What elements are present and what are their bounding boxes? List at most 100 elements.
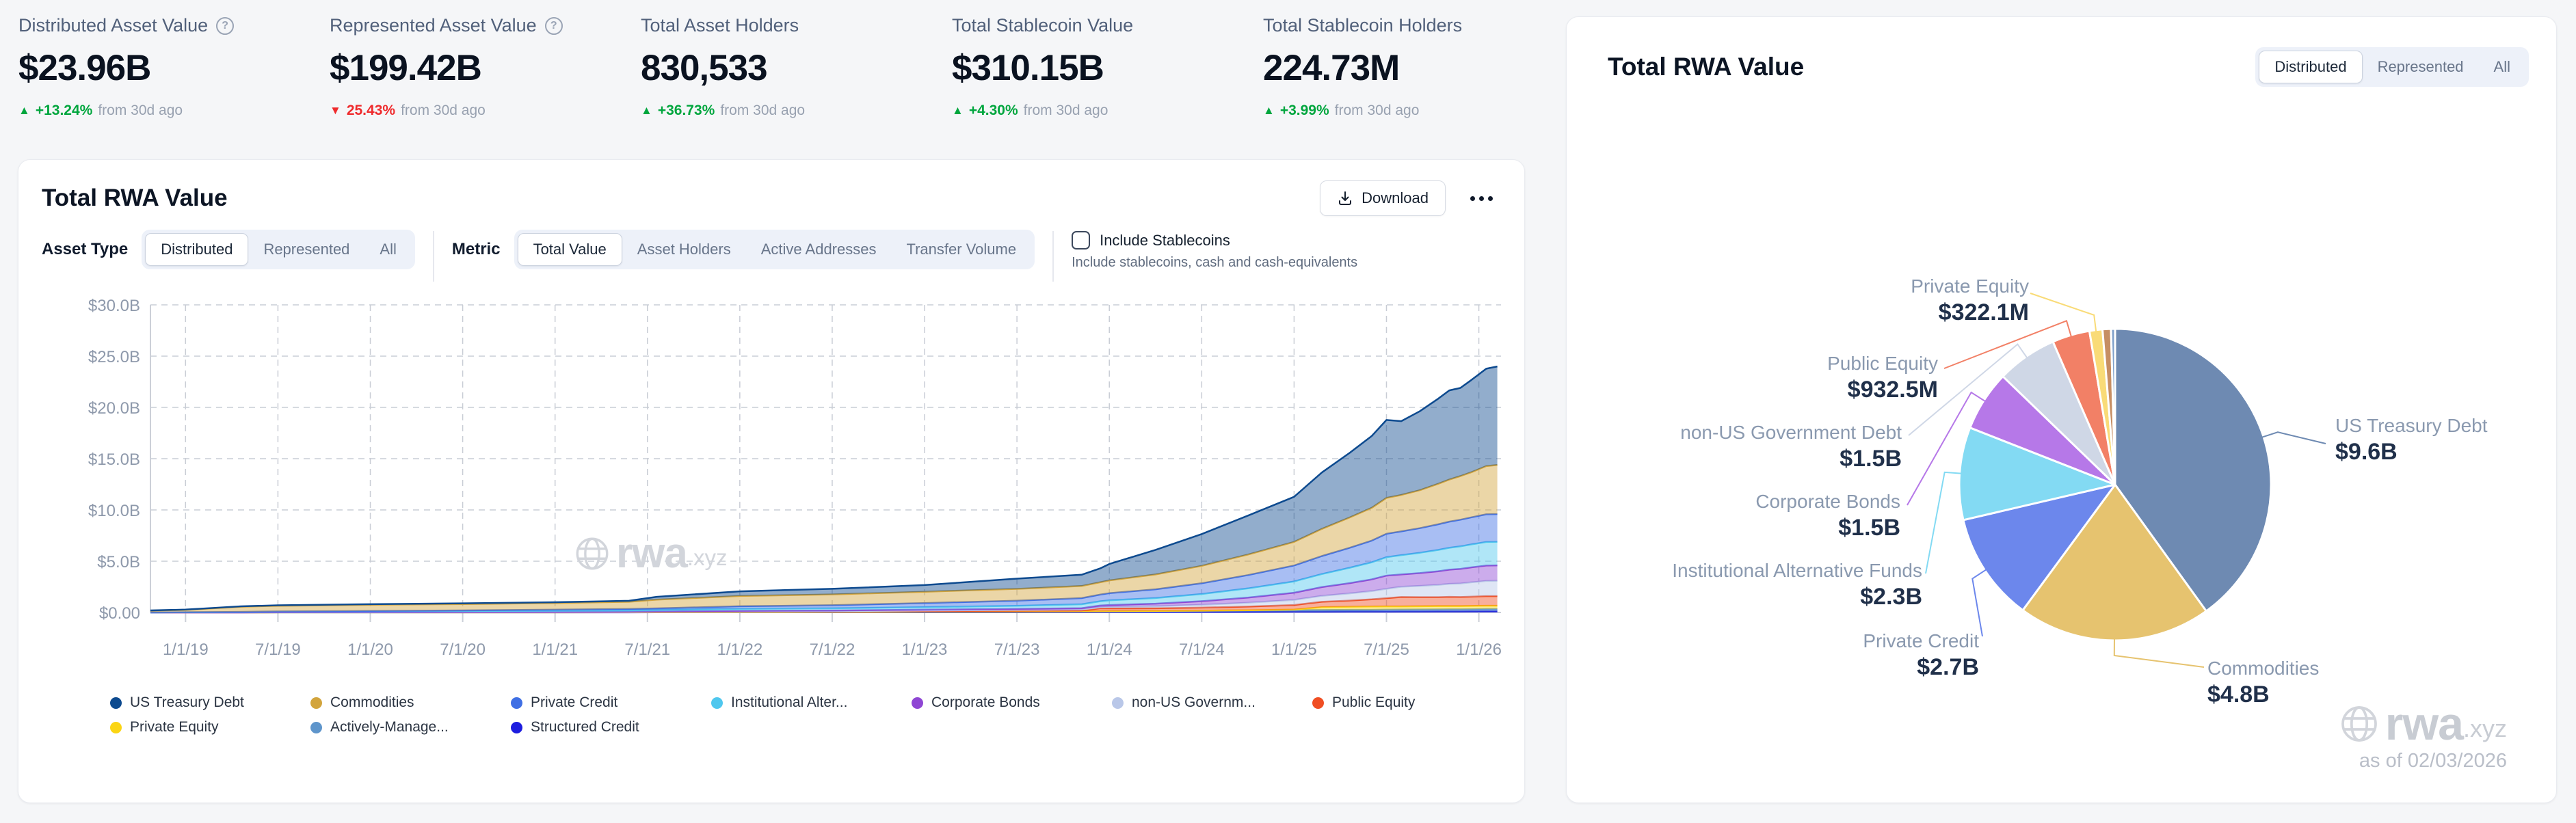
stat-label: Total Asset Holders	[641, 15, 799, 36]
stat-change-suffix: from 30d ago	[401, 103, 486, 119]
pie-leader-line	[1926, 472, 1963, 574]
chart-title: Total RWA Value	[42, 185, 228, 212]
legend-swatch	[1312, 697, 1324, 709]
legend-public-equity[interactable]: Public Equity	[1312, 694, 1513, 711]
stat-change-suffix: from 30d ago	[720, 103, 805, 119]
rwa-pie-card: Total RWA Value Distributed Represented …	[1566, 16, 2557, 803]
pie-label-corporate-bonds: Corporate Bonds $1.5B	[1755, 489, 1900, 543]
y-axis-label: $20.0B	[88, 399, 140, 418]
legend-us-treasury-debt[interactable]: US Treasury Debt	[110, 694, 310, 711]
stat-label: Total Stablecoin Holders	[1263, 15, 1462, 36]
info-icon[interactable]: ?	[216, 17, 234, 35]
watermark-brand: rwa	[616, 532, 687, 575]
pie-label-private-equity: Private Equity $322.1M	[1911, 274, 2029, 327]
pie-slice	[2053, 331, 2115, 485]
tab-active-addresses[interactable]: Active Addresses	[746, 234, 892, 265]
tab-distributed[interactable]: Distributed	[145, 233, 248, 266]
stat-value: $310.15B	[952, 47, 1263, 89]
legend-swatch	[711, 697, 723, 709]
tab-transfer-volume[interactable]: Transfer Volume	[891, 234, 1031, 265]
chart-controls: Asset Type Distributed Represented All M…	[18, 216, 1524, 282]
tab-total-value[interactable]: Total Value	[518, 233, 622, 266]
globe-icon	[2337, 702, 2381, 746]
legend-non-us-government[interactable]: non-US Governm...	[1112, 694, 1312, 711]
tab-all[interactable]: All	[2479, 51, 2525, 83]
divider	[1052, 231, 1054, 282]
legend-actively-managed[interactable]: Actively-Manage...	[310, 719, 511, 736]
x-axis-label: 7/1/23	[994, 640, 1040, 659]
x-axis-label: 1/1/20	[347, 640, 393, 659]
more-menu-button[interactable]	[1466, 189, 1497, 208]
legend-structured-credit[interactable]: Structured Credit	[511, 719, 711, 736]
x-axis-label: 1/1/21	[532, 640, 578, 659]
stat-represented-asset-value: Represented Asset Value ? $199.42B 25.43…	[330, 15, 641, 119]
trend-up-icon	[18, 104, 30, 118]
asset-type-group: Asset Type Distributed Represented All	[42, 230, 415, 269]
legend-swatch	[511, 722, 522, 733]
pie-leader-line	[1944, 321, 2071, 368]
globe-icon	[572, 534, 612, 574]
rwa-watermark: rwa .xyz	[572, 532, 728, 575]
legend-swatch	[1112, 697, 1124, 709]
legend-commodities[interactable]: Commodities	[310, 694, 511, 711]
pie-slice	[2003, 342, 2115, 485]
pie-card-tabs: Distributed Represented All	[2255, 47, 2529, 87]
x-axis-label: 7/1/24	[1179, 640, 1225, 659]
watermark-brand: rwa	[2385, 701, 2463, 747]
include-stablecoins-label: Include Stablecoins	[1100, 232, 1230, 249]
chart-legend: US Treasury Debt Commodities Private Cre…	[110, 694, 1524, 736]
legend-swatch	[310, 722, 322, 733]
stat-change: +36.73%	[658, 103, 715, 119]
watermark-tld: .xyz	[2463, 714, 2507, 743]
stacked-area-chart[interactable]: $0.00$5.0B$10.0B$15.0B$20.0B$25.0B$30.0B…	[38, 291, 1508, 674]
legend-private-equity[interactable]: Private Equity	[110, 719, 310, 736]
legend-swatch	[110, 697, 122, 709]
pie-label-non-us-government-debt: non-US Government Debt $1.5B	[1680, 420, 1902, 474]
x-axis-label: 7/1/22	[810, 640, 855, 659]
trend-down-icon	[330, 104, 341, 118]
include-stablecoins-group: Include Stablecoins Include stablecoins,…	[1072, 230, 1357, 271]
tab-asset-holders[interactable]: Asset Holders	[622, 234, 746, 265]
legend-swatch	[110, 722, 122, 733]
info-icon[interactable]: ?	[545, 17, 563, 35]
legend-private-credit[interactable]: Private Credit	[511, 694, 711, 711]
tab-represented[interactable]: Represented	[2363, 51, 2479, 83]
pie-slice	[2103, 329, 2116, 485]
stat-label: Represented Asset Value	[330, 15, 537, 36]
metric-tabs: Total Value Asset Holders Active Address…	[514, 230, 1035, 269]
x-axis-label: 7/1/21	[624, 640, 670, 659]
stat-change: 25.43%	[347, 103, 395, 119]
stat-change: +3.99%	[1280, 103, 1329, 119]
tab-distributed[interactable]: Distributed	[2259, 51, 2362, 83]
stat-label: Total Stablecoin Value	[952, 15, 1133, 36]
stat-distributed-asset-value: Distributed Asset Value ? $23.96B +13.24…	[18, 15, 330, 119]
pie-label-private-credit: Private Credit $2.7B	[1863, 629, 1979, 682]
include-stablecoins-caption: Include stablecoins, cash and cash-equiv…	[1072, 255, 1357, 271]
pie-leader-line	[1907, 392, 1987, 505]
stat-value: 224.73M	[1263, 47, 1574, 89]
stat-total-asset-holders: Total Asset Holders 830,533 +36.73%from …	[641, 15, 952, 119]
stat-value: $23.96B	[18, 47, 330, 89]
x-axis-label: 7/1/19	[255, 640, 301, 659]
trend-up-icon	[641, 104, 652, 118]
pie-label-commodities: Commodities $4.8B	[2207, 656, 2319, 710]
download-button[interactable]: Download	[1320, 180, 1446, 216]
x-axis-label: 1/1/25	[1271, 640, 1317, 659]
x-axis-label: 7/1/25	[1364, 640, 1409, 659]
pie-slice	[2111, 329, 2115, 485]
tab-all[interactable]: All	[364, 234, 411, 265]
watermark-tld: .xyz	[687, 545, 728, 571]
legend-corporate-bonds[interactable]: Corporate Bonds	[912, 694, 1112, 711]
y-axis-label: $10.0B	[88, 502, 140, 520]
x-axis-label: 1/1/26	[1456, 640, 1502, 659]
x-axis-label: 1/1/19	[163, 640, 209, 659]
legend-institutional-alternative[interactable]: Institutional Alter...	[711, 694, 912, 711]
tab-represented[interactable]: Represented	[248, 234, 364, 265]
divider	[433, 231, 434, 282]
x-axis-label: 1/1/24	[1087, 640, 1132, 659]
y-axis-label: $15.0B	[88, 450, 140, 469]
trend-up-icon	[952, 104, 964, 118]
pie-chart[interactable]	[1567, 17, 2558, 804]
include-stablecoins-checkbox[interactable]	[1072, 231, 1090, 249]
trend-up-icon	[1263, 104, 1275, 118]
